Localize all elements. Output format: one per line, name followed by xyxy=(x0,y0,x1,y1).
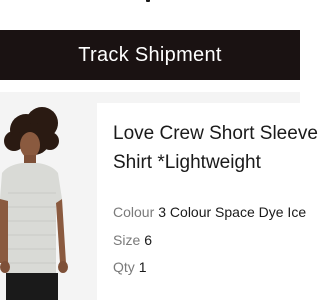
product-image[interactable] xyxy=(0,103,97,300)
attribute-value: 3 Colour Space Dye Ice xyxy=(158,204,307,220)
panel-divider xyxy=(0,80,300,92)
attribute-size: Size 6 xyxy=(113,232,152,248)
attribute-colour: Colour 3 Colour Space Dye Ice xyxy=(113,204,306,220)
model-illustration xyxy=(0,107,68,300)
attribute-label: Qty xyxy=(113,259,135,275)
top-strip xyxy=(0,0,300,30)
product-title-line-1: Love Crew Short Sleeve xyxy=(113,123,318,144)
attribute-label: Colour xyxy=(113,204,155,220)
attribute-qty: Qty 1 xyxy=(113,259,147,275)
attribute-label: Size xyxy=(113,232,141,248)
partial-icon xyxy=(146,0,150,2)
product-title[interactable]: Love Crew Short Sleeve Shirt *Lightweigh… xyxy=(113,119,320,177)
attribute-value: 1 xyxy=(138,259,147,275)
attribute-value: 6 xyxy=(144,232,153,248)
track-shipment-button[interactable]: Track Shipment xyxy=(0,30,300,80)
product-title-line-2: Shirt *Lightweight xyxy=(113,152,261,173)
